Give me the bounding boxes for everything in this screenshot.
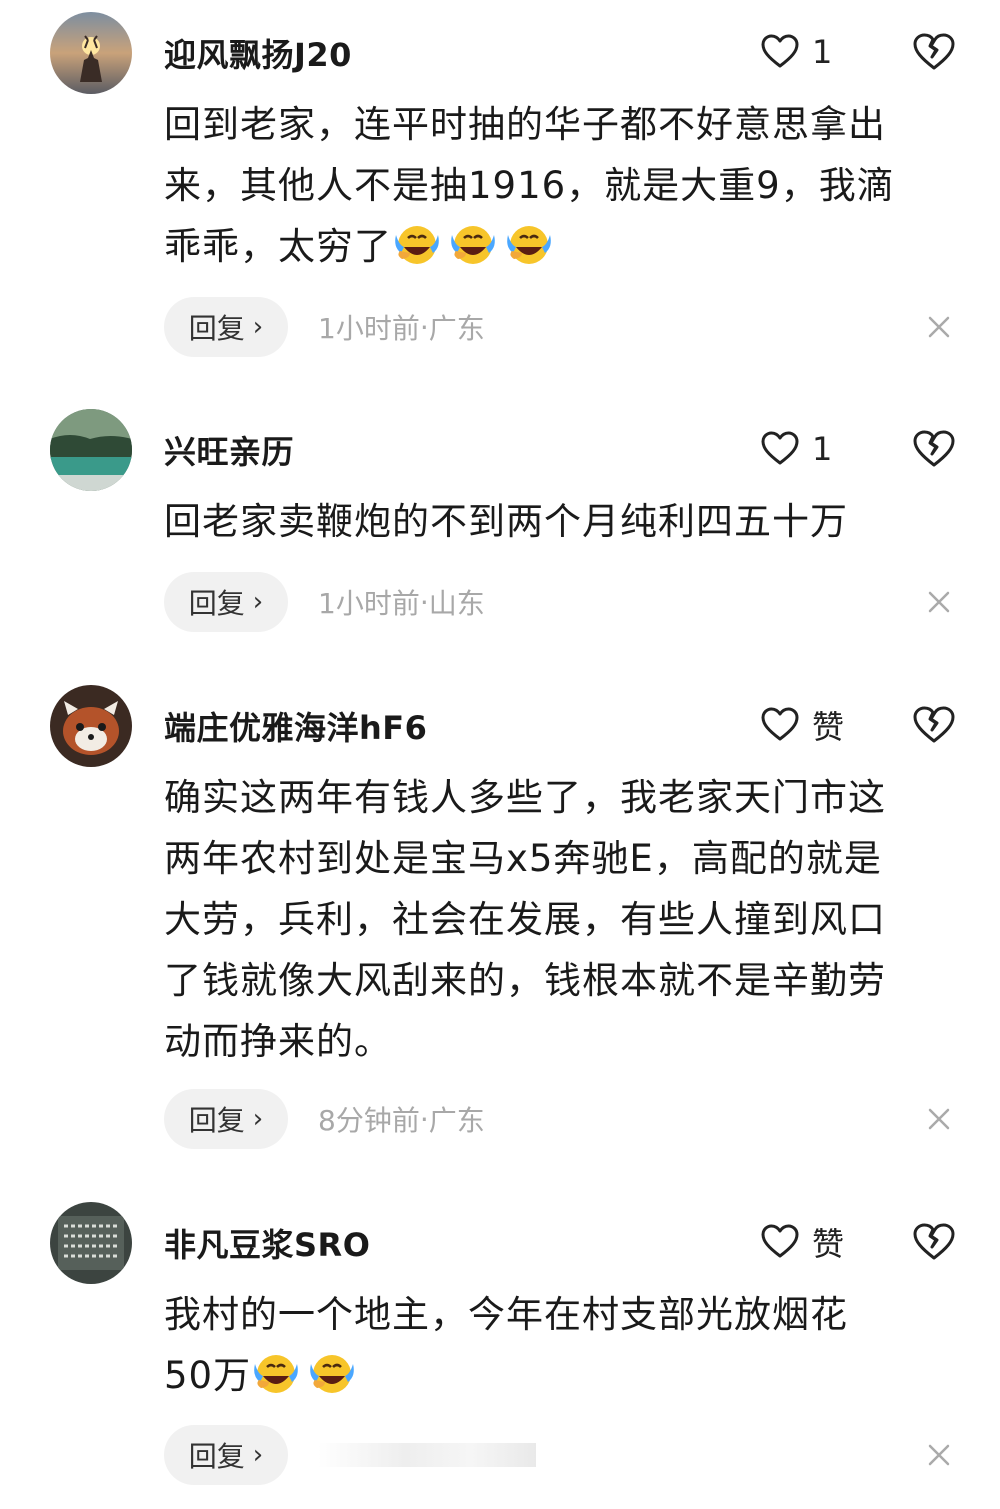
comment-text: 确实这两年有钱人多些了，我老家天门市这 两年农村到处是宝马x5奔驰E，高配的就是… xyxy=(164,767,964,1072)
like-count: 1 xyxy=(812,430,833,468)
avatar[interactable] xyxy=(50,685,132,767)
comment-location: 广东 xyxy=(428,312,485,345)
heart-outline-icon xyxy=(761,1224,799,1258)
like-button[interactable]: 赞 xyxy=(760,703,844,747)
comment-line: 动而挣来的。 xyxy=(164,1020,392,1063)
comment-text: 回到老家，连平时抽的华子都不好意思拿出 来，其他人不是抽1916，就是大重9，我… xyxy=(164,94,964,277)
username[interactable]: 端庄优雅海洋hF6 xyxy=(164,703,427,749)
close-button[interactable] xyxy=(924,312,954,342)
reply-button[interactable]: 回复 › xyxy=(164,1089,288,1149)
schedule-board-avatar xyxy=(50,1202,132,1284)
chevron-right-icon: › xyxy=(252,312,264,342)
comment-line: 乖乖，太穷了 xyxy=(164,225,392,268)
comment-time: 1小时前 xyxy=(318,587,420,620)
laugh-cry-emoji xyxy=(307,1350,357,1396)
chevron-right-icon: › xyxy=(252,1440,264,1470)
like-count: 赞 xyxy=(812,708,845,746)
comment-line: 回老家卖鞭炮的不到两个月纯利四五十万 xyxy=(164,500,848,543)
meta-separator: · xyxy=(419,1102,429,1136)
broken-heart-icon xyxy=(913,706,955,743)
close-button[interactable] xyxy=(924,1104,954,1134)
meta-separator: · xyxy=(419,310,429,344)
close-icon xyxy=(928,1444,950,1466)
blurred-meta xyxy=(318,1443,536,1467)
comment-text: 我村的一个地主，今年在村支部光放烟花 50万 xyxy=(164,1284,964,1406)
reply-button[interactable]: 回复 › xyxy=(164,297,288,357)
laugh-cry-emoji xyxy=(448,221,498,267)
avatar[interactable] xyxy=(50,12,132,94)
comment-meta: 8分钟前 · 广东 xyxy=(318,1089,485,1149)
reply-label: 回复 xyxy=(188,312,245,345)
like-button[interactable]: 1 xyxy=(760,427,832,471)
heart-outline-icon xyxy=(761,431,799,465)
comment-line: 我村的一个地主，今年在村支部光放烟花 xyxy=(164,1293,848,1336)
avatar[interactable] xyxy=(50,409,132,491)
dislike-button[interactable] xyxy=(912,30,956,74)
laugh-cry-emoji xyxy=(251,1350,301,1396)
username[interactable]: 非凡豆浆SRO xyxy=(164,1220,370,1266)
reply-label: 回复 xyxy=(188,1104,245,1137)
comment-text: 回老家卖鞭炮的不到两个月纯利四五十万 xyxy=(164,491,964,552)
avatar[interactable] xyxy=(50,1202,132,1284)
comment-line: 来，其他人不是抽1916，就是大重9，我滴 xyxy=(164,164,895,207)
broken-heart-icon xyxy=(913,1223,955,1260)
close-button[interactable] xyxy=(924,587,954,617)
username[interactable]: 兴旺亲历 xyxy=(164,427,294,473)
broken-heart-icon xyxy=(913,430,955,467)
like-count: 赞 xyxy=(812,1225,845,1263)
reply-label: 回复 xyxy=(188,587,245,620)
reply-button[interactable]: 回复 › xyxy=(164,572,288,632)
like-button[interactable]: 赞 xyxy=(760,1220,844,1264)
chevron-right-icon: › xyxy=(252,1104,264,1134)
comment-line: 回到老家，连平时抽的华子都不好意思拿出 xyxy=(164,103,886,146)
close-icon xyxy=(928,316,950,338)
dislike-button[interactable] xyxy=(912,1220,956,1264)
laugh-cry-emoji xyxy=(392,221,442,267)
heart-outline-icon xyxy=(761,707,799,741)
comment-line: 了钱就像大风刮来的，钱根本就不是辛勤劳 xyxy=(164,959,886,1002)
broken-heart-icon xyxy=(913,33,955,70)
comment-meta: 1小时前 · 广东 xyxy=(318,297,485,357)
deer-sunset-avatar xyxy=(50,12,132,94)
comment-time: 1小时前 xyxy=(318,312,420,345)
comment-line: 两年农村到处是宝马x5奔驰E，高配的就是 xyxy=(164,837,882,880)
close-icon xyxy=(928,1108,950,1130)
red-panda-avatar xyxy=(50,685,132,767)
lake-landscape-avatar xyxy=(50,409,132,491)
comment-meta: 1小时前 · 山东 xyxy=(318,572,485,632)
reply-label: 回复 xyxy=(188,1440,245,1473)
dislike-button[interactable] xyxy=(912,427,956,471)
heart-outline-icon xyxy=(761,34,799,68)
username[interactable]: 迎风飘扬J20 xyxy=(164,30,352,76)
comment-line: 50万 xyxy=(164,1354,252,1397)
like-count: 1 xyxy=(812,33,833,71)
like-button[interactable]: 1 xyxy=(760,30,832,74)
comment-location: 山东 xyxy=(428,587,485,620)
comment-location: 广东 xyxy=(428,1104,485,1137)
close-button[interactable] xyxy=(924,1440,954,1470)
reply-button[interactable]: 回复 › xyxy=(164,1425,288,1485)
comment-line: 大劳，兵利，社会在发展，有些人撞到风口 xyxy=(164,898,886,941)
laugh-cry-emoji xyxy=(504,221,554,267)
meta-separator: · xyxy=(419,585,429,619)
comment-line-with-emoji: 50万 xyxy=(164,1345,964,1406)
chevron-right-icon: › xyxy=(252,587,264,617)
comment-line-with-emoji: 乖乖，太穷了 xyxy=(164,216,964,277)
close-icon xyxy=(928,591,950,613)
comment-line: 确实这两年有钱人多些了，我老家天门市这 xyxy=(164,776,886,819)
comment-time: 8分钟前 xyxy=(318,1104,420,1137)
dislike-button[interactable] xyxy=(912,703,956,747)
